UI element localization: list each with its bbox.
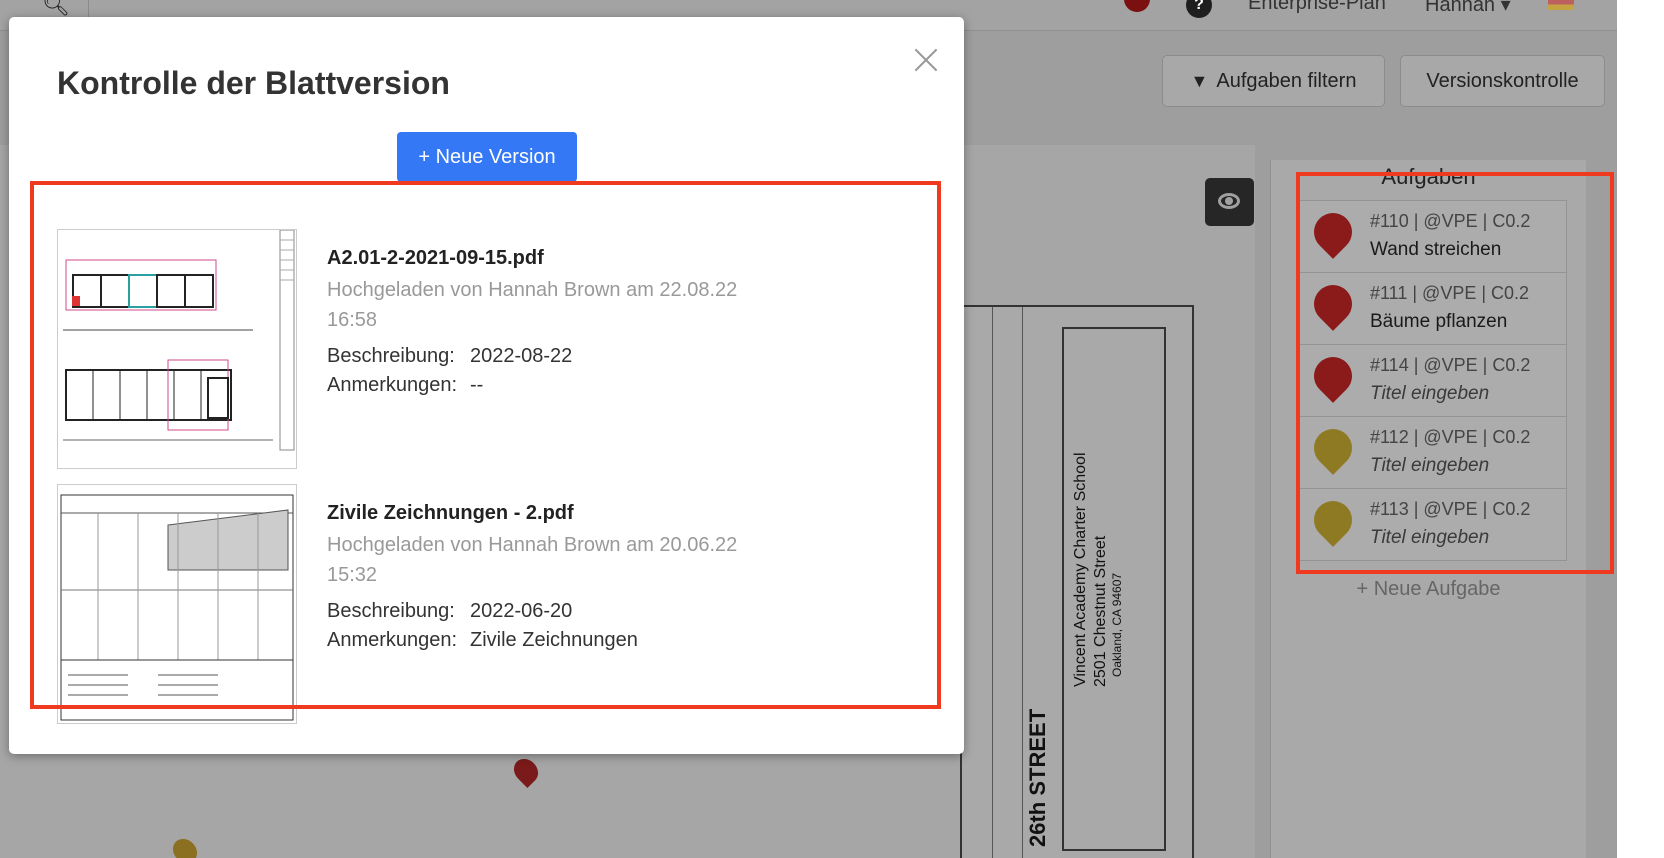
eye-pupil (1225, 197, 1233, 205)
language-flag-icon[interactable] (1548, 0, 1574, 10)
help-icon[interactable]: ? (1186, 0, 1212, 18)
drawing-address: 2501 Chestnut Street (1092, 535, 1109, 687)
visibility-toggle-button[interactable] (1205, 178, 1254, 226)
filter-tasks-label: Aufgaben filtern (1216, 70, 1357, 92)
drawing-school-name: Vincent Academy Charter School (1072, 452, 1089, 688)
version-list-highlight (30, 181, 941, 709)
drawing-street-label: 26th STREET (1025, 708, 1050, 847)
filter-tasks-button[interactable]: ▼ Aufgaben filtern (1162, 55, 1385, 107)
version-control-button[interactable]: Versionskontrolle (1400, 55, 1605, 107)
user-menu[interactable]: Hannah ▾ (1425, 0, 1511, 17)
drawing-line (1022, 307, 1023, 858)
filter-icon: ▼ (1190, 71, 1209, 91)
task-list-highlight (1296, 172, 1614, 574)
drawing-line (992, 307, 993, 858)
chevron-down-icon: ▾ (1500, 0, 1511, 16)
search-icon[interactable]: 🔍︎ (42, 0, 70, 18)
plan-label[interactable]: Enterprise-Plan (1248, 0, 1386, 15)
notification-bell-icon[interactable] (1124, 0, 1150, 12)
user-name: Hannah (1425, 0, 1496, 16)
new-version-button[interactable]: + Neue Version (397, 132, 577, 182)
modal-title: Kontrolle der Blattversion (57, 65, 450, 101)
drawing-city: Oakland, CA 94607 (1110, 572, 1124, 677)
version-control-label: Versionskontrolle (1426, 70, 1579, 92)
sheet-drawing: Vincent Academy Charter School 2501 Ches… (960, 305, 1194, 858)
close-icon[interactable] (911, 45, 941, 75)
new-task-button[interactable]: + Neue Aufgabe (1271, 578, 1586, 601)
